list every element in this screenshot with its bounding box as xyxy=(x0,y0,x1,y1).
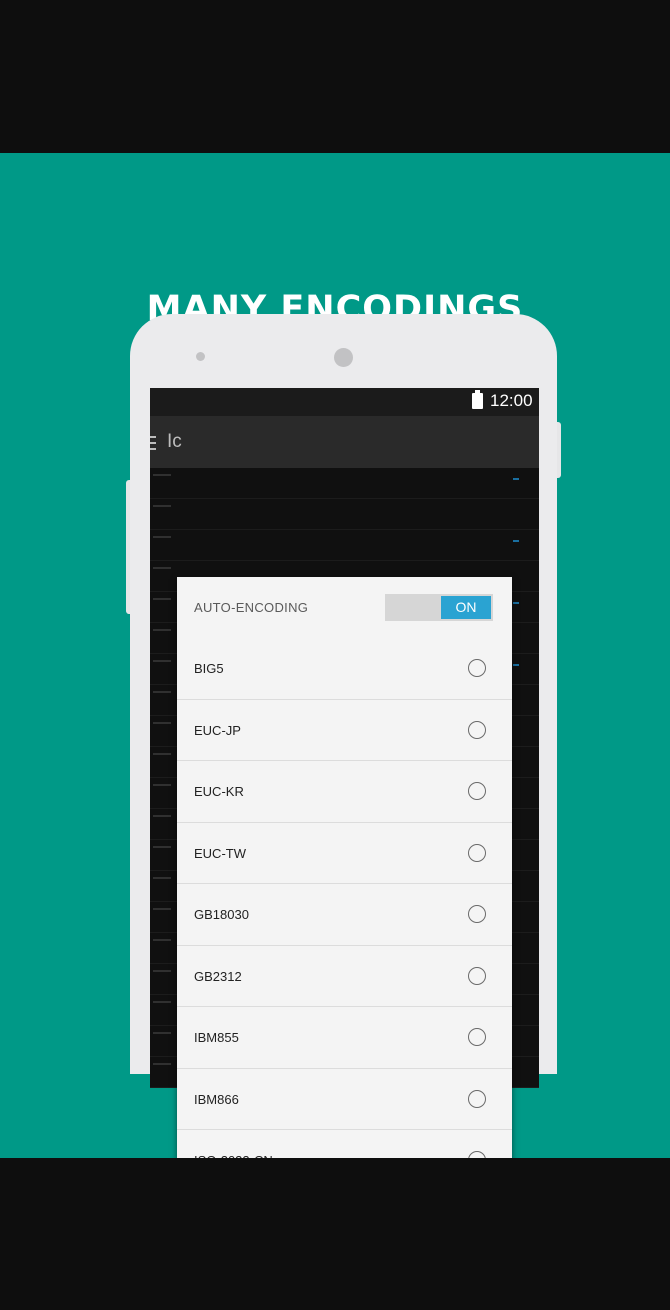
encoding-option-label: GB18030 xyxy=(194,907,249,922)
radio-unchecked-icon[interactable] xyxy=(468,782,486,800)
encoding-list: BIG5 EUC-JP EUC-KR EUC-TW GB18030 GB2312 IBM85… xyxy=(177,638,512,1192)
background-row-marker xyxy=(153,536,171,538)
auto-encoding-row: AUTO-ENCODING ON xyxy=(177,577,512,638)
background-row-marker xyxy=(153,970,171,972)
auto-encoding-toggle[interactable]: ON xyxy=(385,594,493,621)
background-row-marker xyxy=(153,815,171,817)
background-row-marker xyxy=(153,660,171,662)
background-row xyxy=(150,530,539,561)
radio-unchecked-icon[interactable] xyxy=(468,720,486,739)
app-bar: Ic xyxy=(150,416,539,468)
encoding-option-label: EUC-TW xyxy=(194,845,246,861)
background-row-marker xyxy=(153,939,171,941)
background-row-marker xyxy=(153,691,171,693)
background-row-marker xyxy=(153,505,171,507)
encoding-option-label: BIG5 xyxy=(194,661,224,676)
background-row-marker xyxy=(153,722,171,724)
background-row-marker xyxy=(153,877,171,879)
background-row-accent xyxy=(513,540,519,542)
background-row-marker xyxy=(153,908,171,910)
background-row-accent xyxy=(513,478,519,480)
encoding-dialog: AUTO-ENCODING ON BIG5 EUC-JP EUC-KR EUC-TW G… xyxy=(177,577,512,1197)
radio-unchecked-icon[interactable] xyxy=(468,1028,486,1046)
background-row-marker xyxy=(153,846,171,848)
encoding-option-euc-jp[interactable]: EUC-JP xyxy=(177,700,512,761)
encoding-option-label: EUC-JP xyxy=(194,722,241,738)
menu-icon[interactable] xyxy=(150,436,156,450)
background-row-marker xyxy=(153,567,171,569)
encoding-option-label: IBM855 xyxy=(194,1030,239,1045)
background-row-marker xyxy=(153,1063,171,1065)
encoding-option-label: IBM866 xyxy=(194,1091,239,1107)
background-row-marker xyxy=(153,1001,171,1003)
encoding-option-label: GB2312 xyxy=(194,968,242,984)
auto-encoding-label: AUTO-ENCODING xyxy=(194,600,309,615)
background-row-accent xyxy=(513,664,519,666)
radio-unchecked-icon[interactable] xyxy=(468,905,486,923)
background-row-marker xyxy=(153,1032,171,1034)
radio-unchecked-icon[interactable] xyxy=(468,659,486,677)
letterbox-bottom xyxy=(0,1158,670,1310)
radio-unchecked-icon[interactable] xyxy=(468,1089,486,1108)
encoding-option-label: EUC-KR xyxy=(194,784,244,799)
background-row-marker xyxy=(153,598,171,600)
encoding-option-gb2312[interactable]: GB2312 xyxy=(177,946,512,1007)
encoding-option-gb18030[interactable]: GB18030 xyxy=(177,884,512,946)
toggle-state-label: ON xyxy=(441,596,491,619)
background-row-marker xyxy=(153,629,171,631)
background-row-marker xyxy=(153,753,171,755)
background-row-marker xyxy=(153,474,171,476)
encoding-option-euc-tw[interactable]: EUC-TW xyxy=(177,823,512,884)
battery-full-icon xyxy=(472,390,483,409)
encoding-option-ibm866[interactable]: IBM866 xyxy=(177,1069,512,1130)
background-row-accent xyxy=(513,602,519,604)
phone-sensor xyxy=(196,352,205,361)
background-row xyxy=(150,468,539,499)
encoding-option-big5[interactable]: BIG5 xyxy=(177,638,512,700)
radio-unchecked-icon[interactable] xyxy=(468,843,486,862)
status-clock: 12:00 xyxy=(490,391,533,410)
encoding-option-ibm855[interactable]: IBM855 xyxy=(177,1007,512,1069)
background-row-marker xyxy=(153,784,171,786)
status-bar: 12:00 xyxy=(150,388,539,416)
background-row xyxy=(150,499,539,530)
radio-unchecked-icon[interactable] xyxy=(468,966,486,985)
encoding-option-euc-kr[interactable]: EUC-KR xyxy=(177,761,512,823)
phone-camera xyxy=(334,348,353,367)
app-title: Ic xyxy=(167,431,182,452)
letterbox-top xyxy=(0,0,670,153)
